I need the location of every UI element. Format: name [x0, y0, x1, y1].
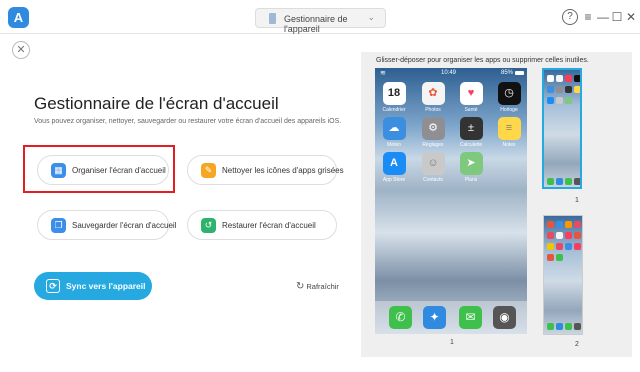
- camera-icon[interactable]: ◉: [493, 306, 516, 329]
- backup-icon: ❐: [51, 218, 66, 233]
- refresh-button[interactable]: ↻ Rafraîchir: [296, 281, 339, 292]
- app-sante[interactable]: ♥ Santé: [453, 82, 489, 113]
- phone-preview[interactable]: ≋ 10:49 85% 18 Calendrier ✿ Photos ♥ San…: [375, 68, 527, 334]
- sync-icon: ⟳: [46, 279, 60, 293]
- thumbnail-number: 2: [575, 341, 579, 348]
- health-icon: ♥: [459, 82, 483, 105]
- app-label: Photos: [425, 107, 441, 113]
- restore-home-screen-button[interactable]: ↺ Restaurer l'écran d'accueil: [187, 210, 337, 240]
- app-label: Calendrier: [382, 107, 406, 113]
- phone-app-icon[interactable]: ✆: [389, 306, 412, 329]
- page-thumbnail-1[interactable]: [542, 68, 582, 189]
- restore-icon: ↺: [201, 218, 216, 233]
- safari-icon[interactable]: ✦: [423, 306, 446, 329]
- clean-grey-icons-button[interactable]: ✎ Nettoyer les icônes d'apps grisées: [187, 155, 344, 185]
- app-label: Horloge: [500, 107, 518, 113]
- title-bar: A Gestionnaire de l'appareil ⌄ ? ≡ — ☐ ✕: [0, 0, 640, 34]
- weather-icon: ☁: [382, 117, 406, 140]
- backup-label: Sauvegarder l'écran d'accueil: [72, 221, 177, 230]
- app-store-icon: A: [382, 152, 406, 175]
- app-meteo[interactable]: ☁ Météo: [376, 117, 412, 148]
- grid-icon: ▦: [51, 163, 66, 178]
- help-icon[interactable]: ?: [562, 9, 578, 25]
- phone-icon: [269, 13, 276, 24]
- app-photos[interactable]: ✿ Photos: [415, 82, 451, 113]
- maps-icon: ➤: [459, 152, 483, 175]
- app-label: Météo: [387, 142, 401, 148]
- refresh-label: Rafraîchir: [306, 282, 339, 291]
- app-calendrier[interactable]: 18 Calendrier: [376, 82, 412, 113]
- refresh-icon: ↻: [296, 281, 305, 292]
- chevron-down-icon: ⌄: [367, 12, 375, 22]
- app-appstore[interactable]: A App Store: [376, 152, 412, 183]
- app-reglages[interactable]: ⚙ Réglages: [415, 117, 451, 148]
- sync-label: Sync vers l'appareil: [66, 281, 146, 291]
- calculator-icon: ±: [459, 117, 483, 140]
- settings-icon: ⚙: [421, 117, 445, 140]
- page-subtitle: Vous pouvez organiser, nettoyer, sauvega…: [34, 118, 342, 125]
- app-notes[interactable]: ≡ Notes: [491, 117, 527, 148]
- close-panel-button[interactable]: ✕: [12, 41, 30, 59]
- clock-icon: ◷: [497, 82, 521, 105]
- wifi-icon: ≋: [380, 70, 386, 77]
- contacts-icon: ☺: [421, 152, 445, 175]
- app-logo-icon: A: [8, 7, 29, 28]
- device-selector[interactable]: Gestionnaire de l'appareil ⌄: [255, 8, 386, 34]
- app-calculette[interactable]: ± Calculette: [453, 117, 489, 148]
- battery-icon: [515, 71, 524, 75]
- page-number: 1: [450, 339, 454, 346]
- sync-to-device-button[interactable]: ⟳ Sync vers l'appareil: [34, 272, 152, 300]
- app-label: Notes: [502, 142, 516, 148]
- broom-icon: ✎: [201, 163, 216, 178]
- calendar-icon: 18: [382, 82, 406, 105]
- backup-home-screen-button[interactable]: ❐ Sauvegarder l'écran d'accueil: [37, 210, 176, 240]
- organize-home-screen-button[interactable]: ▦ Organiser l'écran d'accueil: [37, 155, 169, 185]
- app-label: Plans: [464, 177, 478, 183]
- status-battery: 85%: [500, 70, 513, 76]
- drag-hint: Glisser-déposer pour organiser les apps …: [376, 57, 589, 64]
- notes-icon: ≡: [497, 117, 521, 140]
- app-horloge[interactable]: ◷ Horloge: [491, 82, 527, 113]
- photos-icon: ✿: [421, 82, 445, 105]
- menu-icon[interactable]: ≡: [580, 9, 596, 25]
- status-bar: ≋ 10:49 85%: [375, 68, 527, 78]
- restore-label: Restaurer l'écran d'accueil: [222, 221, 316, 230]
- page-title: Gestionnaire de l'écran d'accueil: [34, 94, 279, 113]
- clean-label: Nettoyer les icônes d'apps grisées: [222, 166, 344, 175]
- app-label: App Store: [382, 177, 406, 183]
- messages-icon[interactable]: ✉: [459, 306, 482, 329]
- app-label: Santé: [464, 107, 478, 113]
- app-label: Contacts: [423, 177, 443, 183]
- organize-label: Organiser l'écran d'accueil: [72, 166, 166, 175]
- app-label: Calculette: [459, 142, 483, 148]
- app-contacts[interactable]: ☺ Contacts: [415, 152, 451, 183]
- page-thumbnail-2[interactable]: [543, 215, 583, 335]
- close-window-icon[interactable]: ✕: [623, 9, 639, 25]
- app-plans[interactable]: ➤ Plans: [453, 152, 489, 183]
- app-label: Réglages: [422, 142, 444, 148]
- status-time: 10:49: [441, 70, 457, 76]
- thumbnail-number: 1: [575, 197, 579, 204]
